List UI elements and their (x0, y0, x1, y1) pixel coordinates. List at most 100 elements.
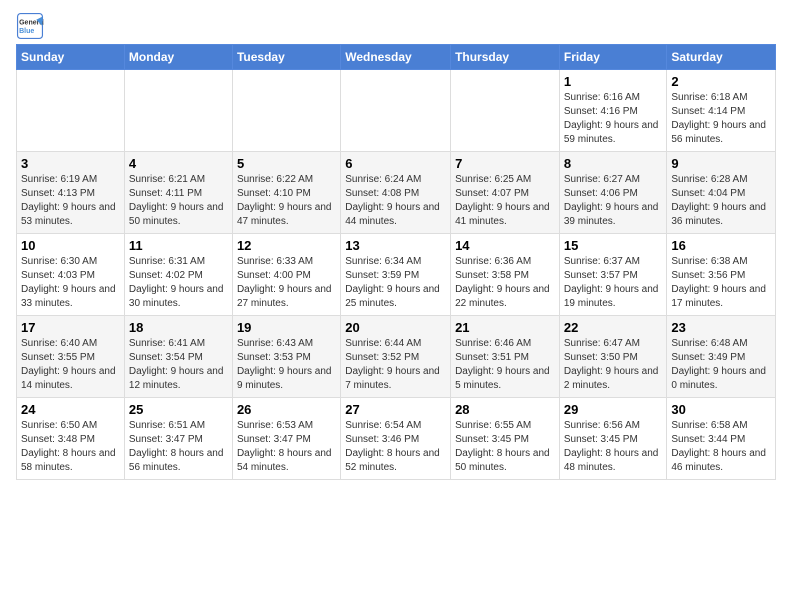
day-number: 11 (129, 238, 228, 253)
day-info: Sunrise: 6:56 AM Sunset: 3:45 PM Dayligh… (564, 419, 663, 475)
day-info: Sunrise: 6:46 AM Sunset: 3:51 PM Dayligh… (455, 337, 555, 393)
calendar-cell: 25 Sunrise: 6:51 AM Sunset: 3:47 PM Dayli… (124, 398, 232, 480)
calendar-cell: 11 Sunrise: 6:31 AM Sunset: 4:02 PM Dayli… (124, 234, 232, 316)
calendar-cell: 14 Sunrise: 6:36 AM Sunset: 3:58 PM Dayli… (451, 234, 560, 316)
day-number: 20 (345, 320, 446, 335)
day-number: 29 (564, 402, 663, 417)
day-number: 23 (671, 320, 771, 335)
day-number: 25 (129, 402, 228, 417)
calendar-cell: 5 Sunrise: 6:22 AM Sunset: 4:10 PM Daylig… (232, 152, 340, 234)
day-number: 22 (564, 320, 663, 335)
weekday-header-wednesday: Wednesday (341, 45, 451, 70)
day-info: Sunrise: 6:51 AM Sunset: 3:47 PM Dayligh… (129, 419, 228, 475)
calendar-week-5: 24Sunrise: 6:50 AM Sunset: 3:48 PM Dayli… (17, 398, 776, 480)
calendar-cell (124, 70, 232, 152)
day-info: Sunrise: 6:36 AM Sunset: 3:58 PM Dayligh… (455, 255, 555, 311)
calendar-cell (451, 70, 560, 152)
calendar-week-4: 17Sunrise: 6:40 AM Sunset: 3:55 PM Dayli… (17, 316, 776, 398)
calendar-cell: 15Sunrise: 6:37 AM Sunset: 3:57 PM Dayli… (559, 234, 667, 316)
calendar-cell: 18 Sunrise: 6:41 AM Sunset: 3:54 PM Dayli… (124, 316, 232, 398)
calendar-cell: 21 Sunrise: 6:46 AM Sunset: 3:51 PM Dayli… (451, 316, 560, 398)
day-info: Sunrise: 6:41 AM Sunset: 3:54 PM Dayligh… (129, 337, 228, 393)
day-info: Sunrise: 6:53 AM Sunset: 3:47 PM Dayligh… (237, 419, 336, 475)
day-info: Sunrise: 6:16 AM Sunset: 4:16 PM Dayligh… (564, 91, 663, 147)
day-info: Sunrise: 6:37 AM Sunset: 3:57 PM Dayligh… (564, 255, 663, 311)
day-number: 2 (671, 74, 771, 89)
day-number: 16 (671, 238, 771, 253)
calendar-week-2: 3Sunrise: 6:19 AM Sunset: 4:13 PM Daylig… (17, 152, 776, 234)
day-number: 9 (671, 156, 771, 171)
calendar-cell: 13 Sunrise: 6:34 AM Sunset: 3:59 PM Dayli… (341, 234, 451, 316)
calendar-cell (341, 70, 451, 152)
calendar-cell: 7Sunrise: 6:25 AM Sunset: 4:07 PM Daylig… (451, 152, 560, 234)
day-info: Sunrise: 6:38 AM Sunset: 3:56 PM Dayligh… (671, 255, 771, 311)
calendar-cell (232, 70, 340, 152)
day-number: 12 (237, 238, 336, 253)
day-number: 17 (21, 320, 120, 335)
day-number: 13 (345, 238, 446, 253)
calendar-cell: 9 Sunrise: 6:28 AM Sunset: 4:04 PM Daylig… (667, 152, 776, 234)
day-info: Sunrise: 6:18 AM Sunset: 4:14 PM Dayligh… (671, 91, 771, 147)
weekday-header-thursday: Thursday (451, 45, 560, 70)
weekday-header-monday: Monday (124, 45, 232, 70)
calendar-cell: 23 Sunrise: 6:48 AM Sunset: 3:49 PM Dayli… (667, 316, 776, 398)
weekday-header-saturday: Saturday (667, 45, 776, 70)
calendar-cell: 3Sunrise: 6:19 AM Sunset: 4:13 PM Daylig… (17, 152, 125, 234)
calendar-cell (17, 70, 125, 152)
day-info: Sunrise: 6:34 AM Sunset: 3:59 PM Dayligh… (345, 255, 446, 311)
day-number: 21 (455, 320, 555, 335)
day-number: 14 (455, 238, 555, 253)
day-info: Sunrise: 6:43 AM Sunset: 3:53 PM Dayligh… (237, 337, 336, 393)
day-number: 6 (345, 156, 446, 171)
day-info: Sunrise: 6:44 AM Sunset: 3:52 PM Dayligh… (345, 337, 446, 393)
svg-text:Blue: Blue (19, 28, 34, 35)
calendar-cell: 16 Sunrise: 6:38 AM Sunset: 3:56 PM Dayli… (667, 234, 776, 316)
calendar-cell: 26 Sunrise: 6:53 AM Sunset: 3:47 PM Dayli… (232, 398, 340, 480)
day-info: Sunrise: 6:24 AM Sunset: 4:08 PM Dayligh… (345, 173, 446, 229)
day-info: Sunrise: 6:31 AM Sunset: 4:02 PM Dayligh… (129, 255, 228, 311)
calendar-cell: 12 Sunrise: 6:33 AM Sunset: 4:00 PM Dayli… (232, 234, 340, 316)
day-info: Sunrise: 6:55 AM Sunset: 3:45 PM Dayligh… (455, 419, 555, 475)
calendar-cell: 30 Sunrise: 6:58 AM Sunset: 3:44 PM Dayli… (667, 398, 776, 480)
day-number: 18 (129, 320, 228, 335)
day-info: Sunrise: 6:47 AM Sunset: 3:50 PM Dayligh… (564, 337, 663, 393)
day-info: Sunrise: 6:28 AM Sunset: 4:04 PM Dayligh… (671, 173, 771, 229)
calendar-cell: 2 Sunrise: 6:18 AM Sunset: 4:14 PM Daylig… (667, 70, 776, 152)
calendar-week-1: 1 Sunrise: 6:16 AM Sunset: 4:16 PM Daylig… (17, 70, 776, 152)
day-number: 30 (671, 402, 771, 417)
calendar-cell: 19 Sunrise: 6:43 AM Sunset: 3:53 PM Dayli… (232, 316, 340, 398)
day-info: Sunrise: 6:58 AM Sunset: 3:44 PM Dayligh… (671, 419, 771, 475)
day-info: Sunrise: 6:48 AM Sunset: 3:49 PM Dayligh… (671, 337, 771, 393)
day-info: Sunrise: 6:54 AM Sunset: 3:46 PM Dayligh… (345, 419, 446, 475)
calendar-cell: 1 Sunrise: 6:16 AM Sunset: 4:16 PM Daylig… (559, 70, 667, 152)
weekday-header-tuesday: Tuesday (232, 45, 340, 70)
calendar-cell: 17Sunrise: 6:40 AM Sunset: 3:55 PM Dayli… (17, 316, 125, 398)
day-number: 27 (345, 402, 446, 417)
day-number: 28 (455, 402, 555, 417)
weekday-header-row: SundayMondayTuesdayWednesdayThursdayFrid… (17, 45, 776, 70)
day-info: Sunrise: 6:22 AM Sunset: 4:10 PM Dayligh… (237, 173, 336, 229)
calendar-table: SundayMondayTuesdayWednesdayThursdayFrid… (16, 44, 776, 480)
day-number: 19 (237, 320, 336, 335)
logo-icon: General Blue (16, 12, 44, 40)
calendar-cell: 6 Sunrise: 6:24 AM Sunset: 4:08 PM Daylig… (341, 152, 451, 234)
day-number: 26 (237, 402, 336, 417)
day-number: 1 (564, 74, 663, 89)
day-number: 5 (237, 156, 336, 171)
calendar-cell: 4Sunrise: 6:21 AM Sunset: 4:11 PM Daylig… (124, 152, 232, 234)
weekday-header-sunday: Sunday (17, 45, 125, 70)
weekday-header-friday: Friday (559, 45, 667, 70)
calendar-cell: 10Sunrise: 6:30 AM Sunset: 4:03 PM Dayli… (17, 234, 125, 316)
logo: General Blue (16, 12, 48, 40)
calendar-cell: 24Sunrise: 6:50 AM Sunset: 3:48 PM Dayli… (17, 398, 125, 480)
calendar-cell: 28 Sunrise: 6:55 AM Sunset: 3:45 PM Dayli… (451, 398, 560, 480)
day-number: 10 (21, 238, 120, 253)
day-info: Sunrise: 6:33 AM Sunset: 4:00 PM Dayligh… (237, 255, 336, 311)
calendar-cell: 22 Sunrise: 6:47 AM Sunset: 3:50 PM Dayli… (559, 316, 667, 398)
day-number: 24 (21, 402, 120, 417)
calendar-cell: 20 Sunrise: 6:44 AM Sunset: 3:52 PM Dayli… (341, 316, 451, 398)
day-info: Sunrise: 6:25 AM Sunset: 4:07 PM Dayligh… (455, 173, 555, 229)
day-number: 8 (564, 156, 663, 171)
calendar-cell: 29 Sunrise: 6:56 AM Sunset: 3:45 PM Dayli… (559, 398, 667, 480)
calendar-week-3: 10Sunrise: 6:30 AM Sunset: 4:03 PM Dayli… (17, 234, 776, 316)
